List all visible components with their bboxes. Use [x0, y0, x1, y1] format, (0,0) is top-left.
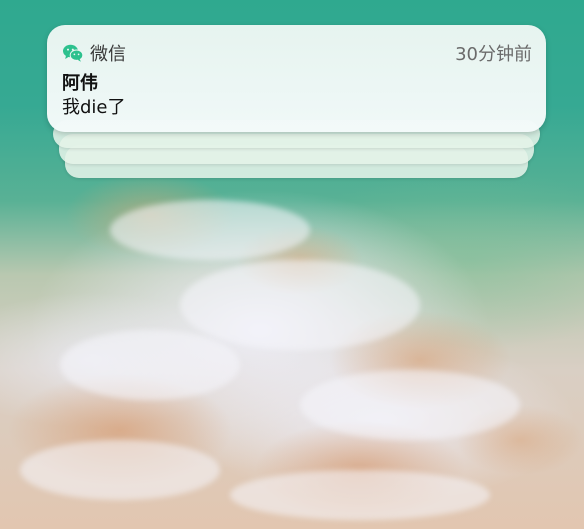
notification-message: 我die了 — [62, 97, 126, 118]
notification-header: 微信 30分钟前 — [62, 41, 532, 65]
notification-card[interactable]: 微信 30分钟前 阿伟 我die了 — [47, 25, 546, 132]
wallpaper-foam — [20, 440, 220, 500]
wallpaper-foam — [230, 470, 490, 520]
wechat-icon — [62, 43, 84, 63]
lock-screen: 微信 30分钟前 阿伟 我die了 — [0, 0, 584, 529]
wallpaper-foam — [180, 260, 420, 350]
wallpaper-foam — [300, 370, 520, 440]
wallpaper-foam — [60, 330, 240, 400]
wallpaper-foam — [110, 200, 310, 260]
notification-title: 阿伟 — [62, 73, 98, 94]
app-name: 微信 — [90, 44, 126, 65]
notification-time: 30分钟前 — [455, 44, 532, 65]
